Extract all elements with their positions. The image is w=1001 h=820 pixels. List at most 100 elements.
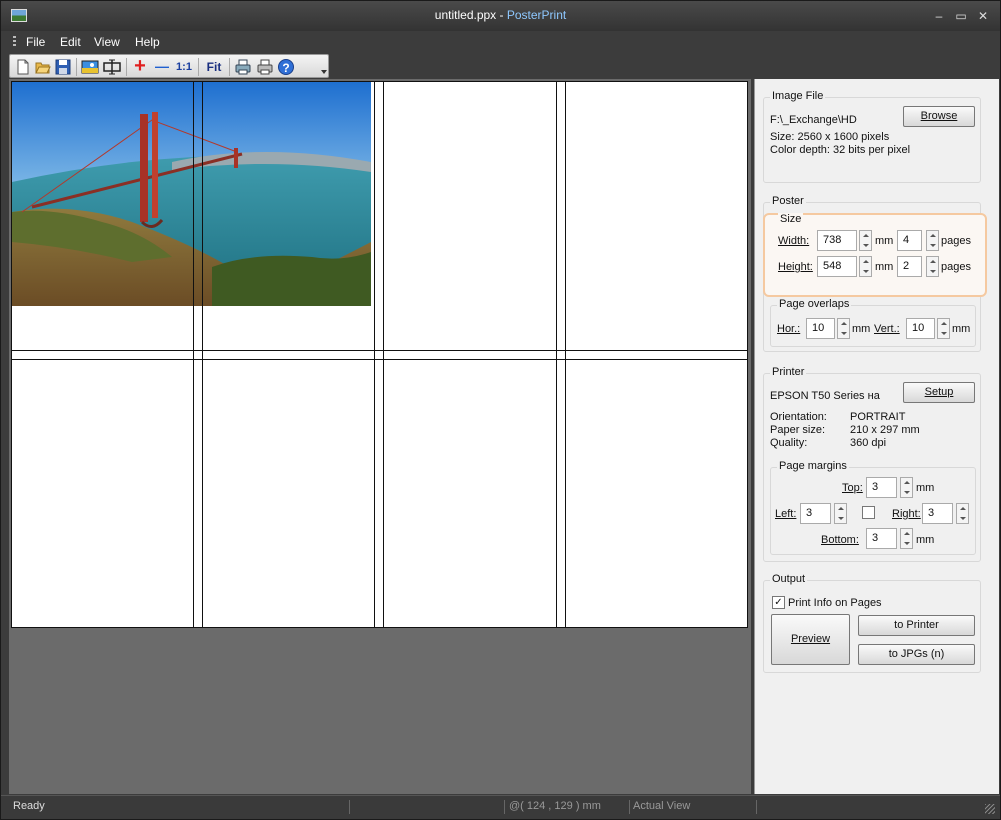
menu-grip xyxy=(13,36,16,48)
lock-margins-checkbox[interactable] xyxy=(862,506,875,519)
to-printer-button[interactable]: to Printer xyxy=(858,615,975,636)
app-window: untitled.ppx - PosterPrint – ▭ ✕ File Ed… xyxy=(0,0,1001,820)
height-label: Height: xyxy=(778,261,813,273)
page-margins-group: Page margins Top: 3 mm Left: 3 Right: 3 … xyxy=(770,460,976,555)
bottom-margin-input[interactable]: 3 xyxy=(866,528,897,549)
new-icon[interactable] xyxy=(14,58,32,76)
hor-overlap-input[interactable]: 10 xyxy=(806,318,835,339)
page-overlaps-title: Page overlaps xyxy=(777,298,852,310)
height-pages-label: pages xyxy=(941,261,971,273)
open-icon[interactable] xyxy=(34,58,52,76)
status-separator xyxy=(504,800,505,814)
hor-overlap-stepper[interactable] xyxy=(837,318,850,339)
resize-icon[interactable] xyxy=(103,58,121,76)
minimize-button[interactable]: – xyxy=(931,9,947,23)
poster-preview xyxy=(11,81,748,628)
close-button[interactable]: ✕ xyxy=(975,9,991,23)
document-name: untitled.ppx - xyxy=(434,8,507,22)
browse-button[interactable]: Browse xyxy=(903,106,975,127)
printer-title: Printer xyxy=(770,366,807,378)
print-icon[interactable] xyxy=(256,58,274,76)
window-title: untitled.ppx - PosterPrint xyxy=(1,8,1000,22)
vert-overlap-input[interactable]: 10 xyxy=(906,318,935,339)
height-pages-input[interactable]: 2 xyxy=(897,256,922,277)
right-margin-stepper[interactable] xyxy=(956,503,969,524)
image-file-title: Image File xyxy=(770,90,826,102)
page-margins-title: Page margins xyxy=(777,460,849,472)
toolbar-separator xyxy=(126,58,127,76)
zoom-out-icon[interactable]: — xyxy=(153,58,171,76)
poster-size-group: Size Width: 738 mm 4 pages Height: 548 m… xyxy=(763,213,987,297)
status-ready: Ready xyxy=(13,800,45,812)
right-margin-input[interactable]: 3 xyxy=(922,503,953,524)
page-divider xyxy=(565,82,566,627)
bottom-margin-label: Bottom: xyxy=(821,534,859,546)
to-jpgs-button[interactable]: to JPGs (n) xyxy=(858,644,975,665)
maximize-button[interactable]: ▭ xyxy=(953,9,969,23)
fit-icon[interactable]: Fit xyxy=(202,58,226,76)
page-divider xyxy=(556,82,557,627)
print-info-label: Print Info on Pages xyxy=(788,597,882,609)
menu-edit[interactable]: Edit xyxy=(60,35,81,49)
menu-bar: File Edit View Help xyxy=(1,31,1000,53)
bottom-margin-stepper[interactable] xyxy=(900,528,913,549)
top-margin-label: Top: xyxy=(842,482,863,494)
print-info-checkbox[interactable]: ✓ xyxy=(772,596,785,609)
poster-title: Poster xyxy=(770,195,806,207)
top-margin-input[interactable]: 3 xyxy=(866,477,897,498)
height-pages-stepper[interactable] xyxy=(926,256,939,277)
hor-unit: mm xyxy=(852,323,871,335)
toolbar-overflow-icon[interactable] xyxy=(321,70,327,74)
output-title: Output xyxy=(770,573,808,585)
toolbar-separator xyxy=(76,58,77,76)
left-margin-stepper[interactable] xyxy=(834,503,847,524)
top-margin-stepper[interactable] xyxy=(900,477,913,498)
toolbar-separator xyxy=(229,58,230,76)
setup-button[interactable]: Setup xyxy=(903,382,975,403)
title-bar: untitled.ppx - PosterPrint – ▭ ✕ xyxy=(1,1,1000,31)
zoom-in-icon[interactable]: + xyxy=(131,56,149,76)
page-divider xyxy=(12,350,747,351)
left-margin-input[interactable]: 3 xyxy=(800,503,831,524)
width-stepper[interactable] xyxy=(859,230,872,251)
status-coordinates: @( 124 , 129 ) mm xyxy=(509,800,601,812)
page-divider xyxy=(202,82,203,627)
width-pages-input[interactable]: 4 xyxy=(897,230,922,251)
resize-grip-icon[interactable] xyxy=(985,804,995,814)
orientation-label: Orientation: xyxy=(770,411,827,423)
help-icon[interactable]: ? xyxy=(278,59,294,75)
menu-file[interactable]: File xyxy=(26,35,45,49)
poster-canvas[interactable] xyxy=(9,79,751,794)
zoom-actual-icon[interactable]: 1:1 xyxy=(173,58,195,76)
settings-panel: Image File F:\_Exchange\HD Browse Size: … xyxy=(754,79,999,794)
menu-help[interactable]: Help xyxy=(135,35,160,49)
page-overlaps-group: Page overlaps Hor.: 10 mm Vert.: 10 mm xyxy=(770,298,976,347)
width-unit: mm xyxy=(875,235,894,247)
preview-button[interactable]: Preview xyxy=(771,614,850,665)
status-separator xyxy=(349,800,350,814)
save-icon[interactable] xyxy=(54,58,72,76)
page-divider xyxy=(12,359,747,360)
poster-image xyxy=(12,82,371,306)
quality-label: Quality: xyxy=(770,437,808,449)
print-setup-icon[interactable] xyxy=(234,58,252,76)
image-color-depth: Color depth: 32 bits per pixel xyxy=(770,144,911,156)
width-pages-label: pages xyxy=(941,235,971,247)
page-divider xyxy=(383,82,384,627)
poster-size-title: Size xyxy=(778,213,804,225)
orientation-value: PORTRAIT xyxy=(850,411,906,423)
top-margin-unit: mm xyxy=(916,482,935,494)
status-view-mode: Actual View xyxy=(633,800,691,812)
width-pages-stepper[interactable] xyxy=(926,230,939,251)
image-path: F:\_Exchange\HD xyxy=(770,114,857,126)
height-stepper[interactable] xyxy=(859,256,872,277)
page-divider xyxy=(374,82,375,627)
height-input[interactable]: 548 xyxy=(817,256,857,277)
image-icon[interactable] xyxy=(81,58,99,76)
toolbar-separator xyxy=(198,58,199,76)
menu-view[interactable]: View xyxy=(94,35,120,49)
height-unit: mm xyxy=(875,261,894,273)
vert-overlap-stepper[interactable] xyxy=(937,318,950,339)
printer-name: EPSON T50 Series на xyxy=(770,390,880,402)
width-input[interactable]: 738 xyxy=(817,230,857,251)
